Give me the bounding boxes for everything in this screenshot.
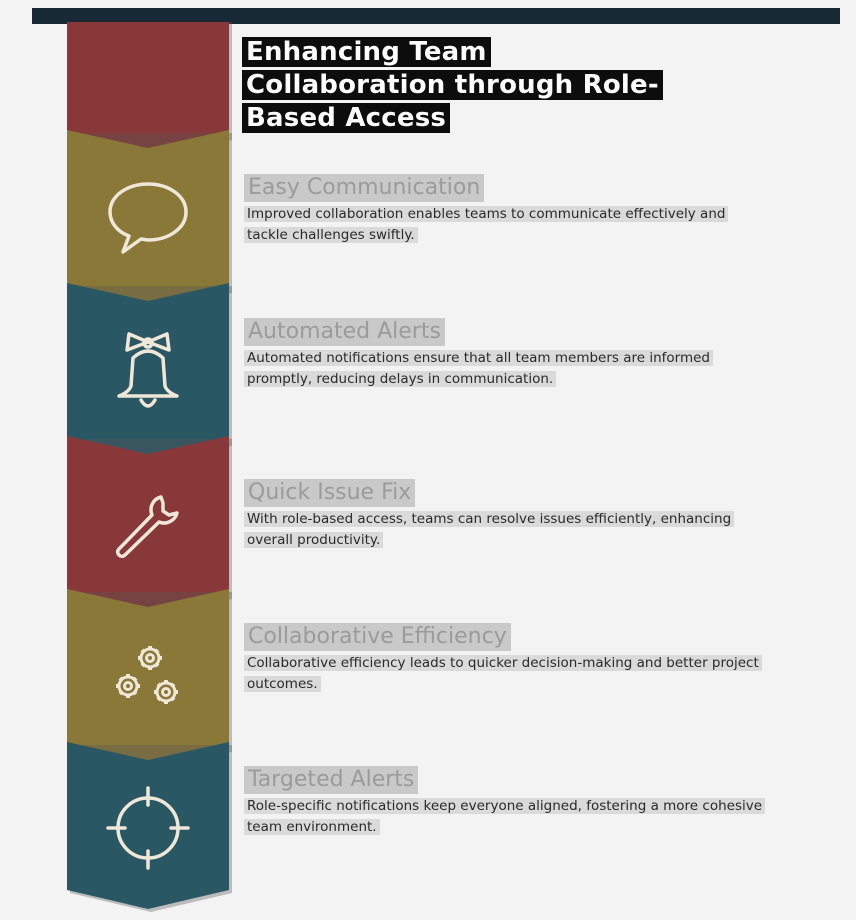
- crosshair-icon: [106, 786, 190, 870]
- item-title: Collaborative Efficiency: [244, 623, 511, 651]
- item-title: Automated Alerts: [244, 318, 445, 346]
- item-description: Role-specific notifications keep everyon…: [244, 796, 766, 838]
- wrench-icon: [115, 495, 179, 559]
- item-title: Easy Communication: [244, 174, 485, 202]
- item-collaborative-efficiency: Collaborative Efficiency Collaborative e…: [244, 623, 764, 695]
- item-targeted-alerts: Targeted Alerts Role-specific notificati…: [244, 766, 766, 838]
- item-description: With role-based access, teams can resolv…: [244, 509, 764, 551]
- bell-icon: [117, 332, 179, 408]
- page-title: Enhancing Team Collaboration through Rol…: [242, 36, 682, 135]
- speech-bubble-icon: [108, 182, 188, 254]
- item-description: Collaborative efficiency leads to quicke…: [244, 653, 764, 695]
- item-title: Targeted Alerts: [244, 766, 419, 794]
- item-automated-alerts: Automated Alerts Automated notifications…: [244, 318, 764, 390]
- item-description: Improved collaboration enables teams to …: [244, 204, 764, 246]
- item-description: Automated notifications ensure that all …: [244, 348, 764, 390]
- page-title-text: Enhancing Team Collaboration through Rol…: [242, 37, 663, 133]
- item-title: Quick Issue Fix: [244, 479, 416, 507]
- item-quick-issue-fix: Quick Issue Fix With role-based access, …: [244, 479, 764, 551]
- gears-icon: [116, 646, 178, 704]
- item-easy-communication: Easy Communication Improved collaboratio…: [244, 174, 764, 246]
